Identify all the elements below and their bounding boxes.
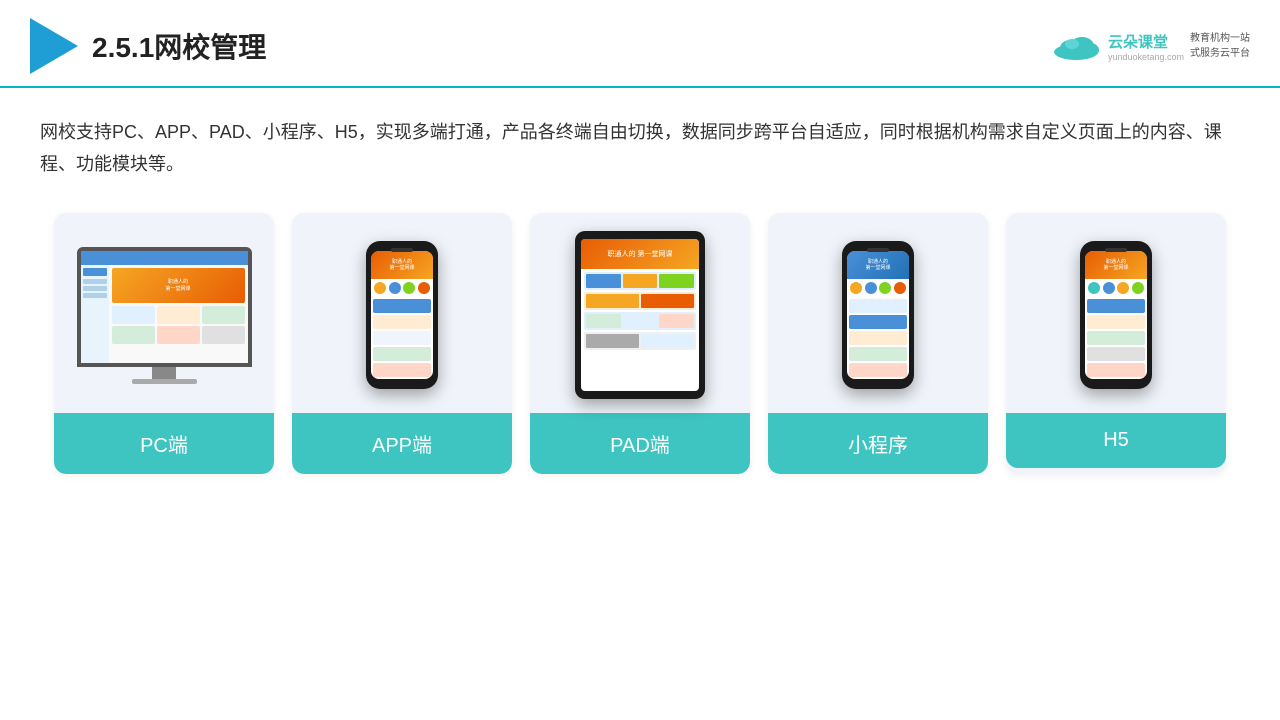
pad-image-area: 职通人的 第一堂网课 — [530, 213, 750, 413]
logo-triangle-icon — [30, 18, 78, 74]
page-title: 2.5.1网校管理 — [92, 26, 266, 66]
header: 2.5.1网校管理 云朵课堂 yunduoketang.com 教育机构一站式服… — [0, 0, 1280, 88]
pad-screen: 职通人的 第一堂网课 — [581, 239, 699, 391]
phone-device: 职通人的第一堂网课 — [366, 241, 438, 389]
monitor-neck — [152, 367, 176, 379]
phone-screen: 职通人的第一堂网课 — [371, 251, 433, 379]
pc-image-area: 职通人的第一堂网课 — [54, 213, 274, 413]
card-app: 职通人的第一堂网课 — [292, 213, 512, 474]
pc-device: 职通人的第一堂网课 — [77, 247, 252, 384]
description: 网校支持PC、APP、PAD、小程序、H5，实现多端打通，产品各终端自由切换，数… — [0, 88, 1280, 181]
brand-slogan: 教育机构一站式服务云平台 — [1190, 31, 1250, 61]
pad-device: 职通人的 第一堂网课 — [575, 231, 705, 399]
h5-image-area: 职通人的第一堂网课 — [1006, 213, 1226, 413]
brand-info: 云朵课堂 yunduoketang.com — [1108, 31, 1184, 62]
mini-image-area: 职通人的第一堂网课 — [768, 213, 988, 413]
h5-body — [1085, 297, 1147, 379]
card-h5-label: H5 — [1006, 413, 1226, 468]
phone-top-text: 职通人的第一堂网课 — [389, 259, 414, 271]
monitor: 职通人的第一堂网课 — [77, 247, 252, 367]
header-left: 2.5.1网校管理 — [30, 18, 266, 74]
phone-body — [371, 297, 433, 379]
description-text: 网校支持PC、APP、PAD、小程序、H5，实现多端打通，产品各终端自由切换，数… — [40, 116, 1240, 181]
app-image-area: 职通人的第一堂网课 — [292, 213, 512, 413]
card-pad: 职通人的 第一堂网课 — [530, 213, 750, 474]
pad-body — [581, 269, 699, 355]
brand-name: 云朵课堂 — [1108, 31, 1184, 52]
card-pad-label: PAD端 — [530, 413, 750, 474]
h5-phone-device: 职通人的第一堂网课 — [1080, 241, 1152, 389]
mini-phone-screen: 职通人的第一堂网课 — [847, 251, 909, 379]
cloud-icon — [1050, 30, 1102, 62]
card-pc: 职通人的第一堂网课 — [54, 213, 274, 474]
mini-icons — [847, 279, 909, 297]
mini-top-text: 职通人的第一堂网课 — [865, 259, 890, 271]
monitor-foot — [132, 379, 197, 384]
card-app-label: APP端 — [292, 413, 512, 474]
h5-phone-screen: 职通人的第一堂网课 — [1085, 251, 1147, 379]
mini-phone-device: 职通人的第一堂网课 — [842, 241, 914, 389]
mini-body — [847, 297, 909, 379]
phone-icons — [371, 279, 433, 297]
card-mini-label: 小程序 — [768, 413, 988, 474]
card-h5: 职通人的第一堂网课 — [1006, 213, 1226, 474]
cards-container: 职通人的第一堂网课 — [0, 181, 1280, 474]
brand-url: yunduoketang.com — [1108, 52, 1184, 62]
h5-top-text: 职通人的第一堂网课 — [1103, 259, 1128, 271]
monitor-screen: 职通人的第一堂网课 — [81, 251, 248, 363]
card-pc-label: PC端 — [54, 413, 274, 474]
brand-logo: 云朵课堂 yunduoketang.com 教育机构一站式服务云平台 — [1050, 30, 1250, 62]
card-mini: 职通人的第一堂网课 — [768, 213, 988, 474]
h5-icons — [1085, 279, 1147, 297]
